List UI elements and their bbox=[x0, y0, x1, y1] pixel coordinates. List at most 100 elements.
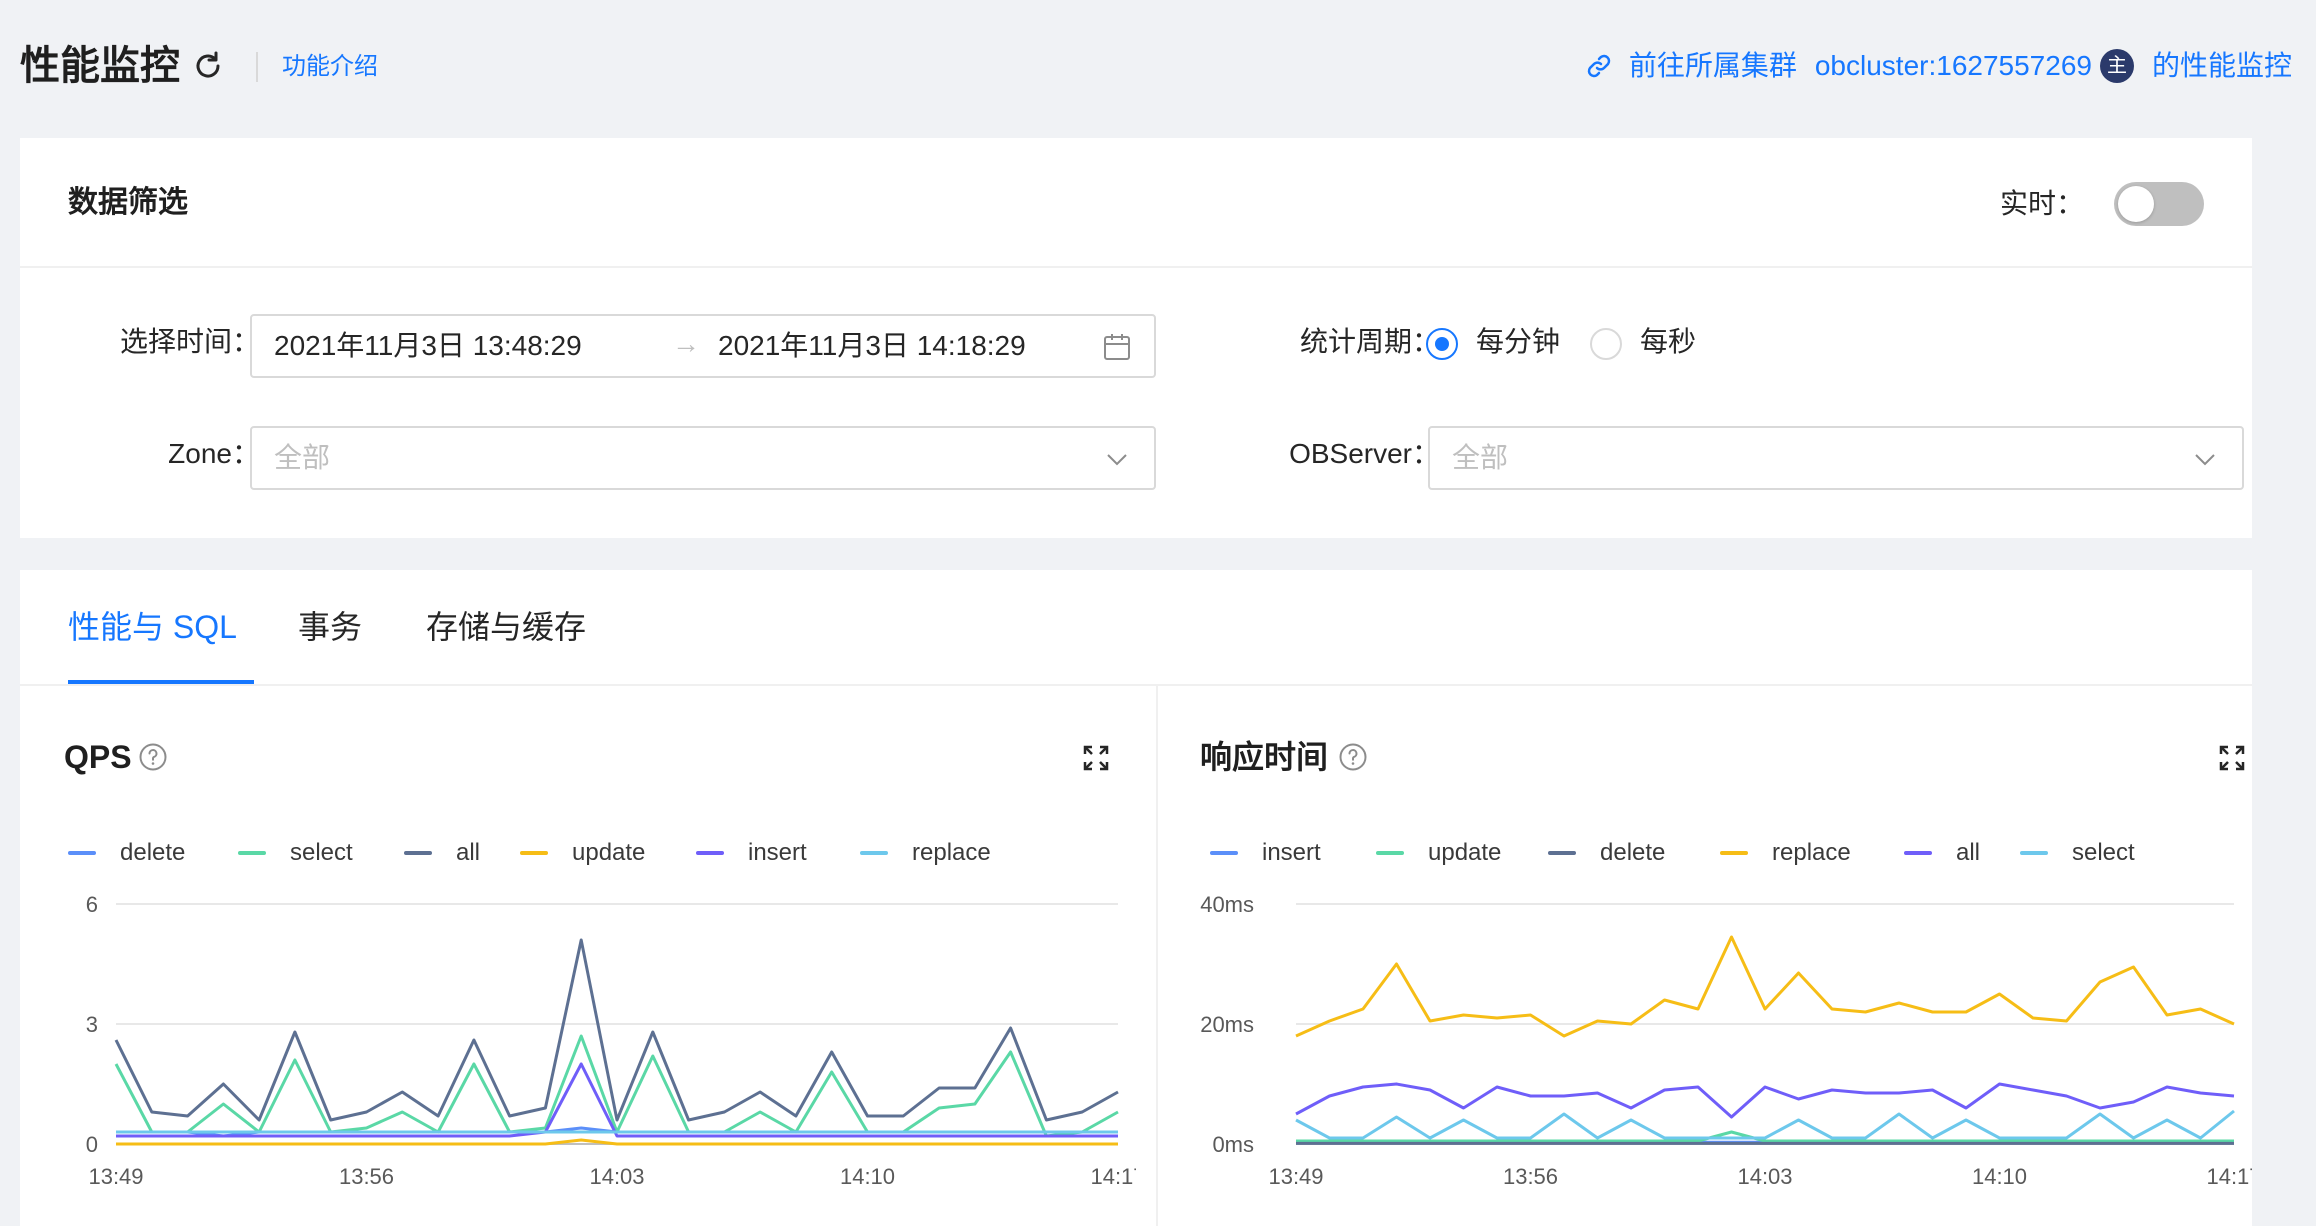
qps-chart-title: QPS bbox=[64, 739, 132, 775]
legend-item-replace[interactable]: replace bbox=[860, 836, 991, 870]
legend-swatch bbox=[1210, 851, 1238, 855]
y-tick-label: 6 bbox=[86, 892, 98, 917]
legend-item-insert[interactable]: insert bbox=[1210, 836, 1321, 870]
tab-storage-cache[interactable]: 存储与缓存 bbox=[426, 604, 586, 650]
question-circle-icon[interactable] bbox=[1338, 742, 1368, 772]
goto-cluster-link[interactable]: 前往所属集群 obcluster:1627557269 主 的性能监控 bbox=[1585, 46, 2292, 86]
observer-label: OBServer： bbox=[1289, 438, 1440, 469]
link-icon bbox=[1587, 54, 1611, 78]
legend-label: update bbox=[572, 839, 646, 866]
realtime-label: 实时： bbox=[1999, 188, 2084, 219]
series-line-all bbox=[1295, 1082, 2235, 1119]
legend-swatch bbox=[1376, 851, 1404, 855]
legend-label: select bbox=[290, 839, 353, 866]
legend-swatch bbox=[696, 851, 724, 855]
zone-select[interactable]: 全部 bbox=[250, 426, 1156, 490]
realtime-switch[interactable] bbox=[2114, 182, 2204, 226]
legend-swatch bbox=[404, 851, 432, 855]
response-time-chart: 0ms 20ms 40ms 13:49 13:56 14:03 14:10 14:17 bbox=[1200, 892, 2252, 1189]
legend-swatch bbox=[520, 851, 548, 855]
x-tick-label: 14:03 bbox=[1737, 1164, 1792, 1189]
legend-item-delete[interactable]: delete bbox=[1548, 836, 1665, 870]
y-tick-label: 0 bbox=[86, 1132, 98, 1157]
observer-select-value: 全部 bbox=[1452, 442, 1509, 473]
fullscreen-icon[interactable] bbox=[2218, 744, 2246, 772]
x-tick-label: 13:49 bbox=[1268, 1164, 1323, 1189]
title-divider bbox=[256, 52, 258, 82]
observer-select[interactable]: 全部 bbox=[1428, 426, 2244, 490]
chevron-down-icon bbox=[2195, 454, 2215, 466]
period-radio-minute[interactable] bbox=[1426, 328, 1458, 360]
range-arrow-icon: → bbox=[672, 328, 700, 359]
filter-card: 数据筛选 实时： 选择时间： 2021年11月3日 13:48:29 → 202… bbox=[20, 138, 2252, 538]
legend-item-update[interactable]: update bbox=[520, 836, 645, 870]
legend-label: delete bbox=[1600, 839, 1666, 866]
y-tick-label: 40ms bbox=[1200, 892, 1254, 917]
legend-label: replace bbox=[1772, 839, 1851, 866]
legend-swatch bbox=[1548, 851, 1576, 855]
page-title: 性能监控 bbox=[20, 44, 180, 88]
series-line-all bbox=[114, 938, 1119, 1122]
legend-swatch bbox=[860, 851, 888, 855]
goto-suffix: 的性能监控 bbox=[2151, 50, 2292, 81]
legend-swatch bbox=[238, 851, 266, 855]
x-tick-label: 14:17 bbox=[2206, 1164, 2252, 1189]
legend-item-insert[interactable]: insert bbox=[696, 836, 807, 870]
time-end-input[interactable]: 2021年11月3日 14:18:29 bbox=[718, 328, 1026, 364]
legend-swatch bbox=[68, 851, 96, 855]
fullscreen-icon[interactable] bbox=[1082, 744, 1110, 772]
x-tick-label: 13:49 bbox=[88, 1164, 143, 1189]
legend-item-select[interactable]: select bbox=[2020, 836, 2135, 870]
legend-item-delete[interactable]: delete bbox=[68, 836, 185, 870]
legend-item-update[interactable]: update bbox=[1376, 836, 1501, 870]
calendar-icon[interactable] bbox=[1102, 332, 1132, 362]
legend-item-select[interactable]: select bbox=[238, 836, 353, 870]
x-tick-label: 14:10 bbox=[1972, 1164, 2027, 1189]
panel-divider bbox=[1156, 686, 1158, 1226]
period-option-minute[interactable]: 每分钟 bbox=[1476, 322, 1560, 362]
master-badge: 主 bbox=[2099, 49, 2134, 83]
tab-performance-sql[interactable]: 性能与 SQL bbox=[68, 604, 237, 650]
question-circle-icon[interactable] bbox=[138, 742, 168, 772]
x-tick-label: 14:03 bbox=[589, 1164, 644, 1189]
zone-label: Zone： bbox=[168, 438, 260, 469]
response-time-chart-title: 响应时间 bbox=[1200, 739, 1329, 775]
metrics-card: 性能与 SQL 事务 存储与缓存 QPS delete select all upda… bbox=[20, 570, 2252, 1226]
legend-item-all[interactable]: all bbox=[404, 836, 480, 870]
x-tick-label: 13:56 bbox=[1503, 1164, 1558, 1189]
legend-label: select bbox=[2072, 839, 2135, 866]
tab-active-indicator bbox=[68, 680, 254, 684]
filter-title: 数据筛选 bbox=[68, 186, 188, 219]
legend-label: replace bbox=[912, 839, 991, 866]
legend-label: delete bbox=[120, 839, 186, 866]
chevron-down-icon bbox=[1107, 454, 1127, 466]
time-start-input[interactable]: 2021年11月3日 13:48:29 bbox=[274, 328, 582, 364]
legend-label: update bbox=[1428, 839, 1502, 866]
goto-prefix: 前往所属集群 bbox=[1628, 50, 1797, 81]
y-tick-label: 20ms bbox=[1200, 1012, 1254, 1037]
legend-swatch bbox=[1904, 851, 1932, 855]
period-label: 统计周期： bbox=[1299, 326, 1440, 357]
cluster-name: obcluster:1627557269 bbox=[1814, 50, 2092, 81]
time-range-picker[interactable]: 2021年11月3日 13:48:29 → 2021年11月3日 14:18:2… bbox=[250, 314, 1156, 378]
intro-link[interactable]: 功能介绍 bbox=[282, 50, 378, 84]
series-line-select bbox=[1295, 1109, 2235, 1140]
legend-swatch bbox=[1720, 851, 1748, 855]
legend-item-all[interactable]: all bbox=[1904, 836, 1980, 870]
qps-chart: 0 3 6 13:49 13:56 14:03 14:10 14:17 bbox=[86, 892, 1136, 1189]
legend-item-replace[interactable]: replace bbox=[1720, 836, 1851, 870]
period-option-second[interactable]: 每秒 bbox=[1640, 322, 1696, 362]
y-tick-label: 3 bbox=[86, 1012, 98, 1037]
legend-label: all bbox=[456, 839, 481, 866]
switch-knob bbox=[2118, 186, 2154, 222]
legend-swatch bbox=[2020, 851, 2048, 855]
x-tick-label: 14:17 bbox=[1090, 1164, 1136, 1189]
zone-select-value: 全部 bbox=[274, 442, 331, 473]
time-label: 选择时间： bbox=[119, 326, 260, 357]
tab-transaction[interactable]: 事务 bbox=[298, 604, 362, 650]
refresh-icon[interactable] bbox=[192, 50, 224, 82]
legend-label: insert bbox=[1262, 839, 1321, 866]
series-line-replace bbox=[1295, 935, 2235, 1038]
x-tick-label: 13:56 bbox=[339, 1164, 394, 1189]
period-radio-second[interactable] bbox=[1590, 328, 1622, 360]
